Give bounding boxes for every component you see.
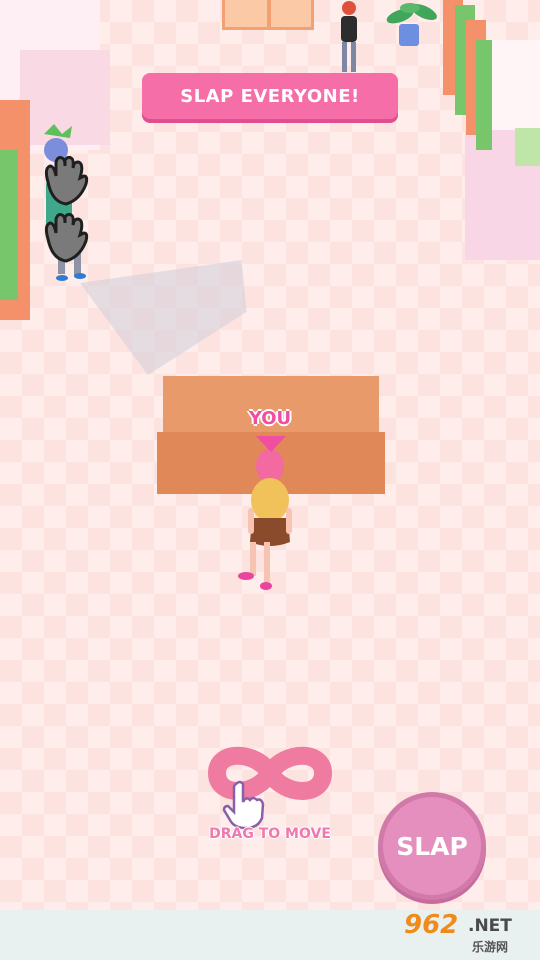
watermark-chinese: 乐游网 bbox=[472, 940, 509, 954]
player-arrow-icon bbox=[256, 436, 286, 452]
watermark-number: 962 bbox=[404, 910, 459, 940]
locker-left-green bbox=[0, 150, 18, 300]
slap-button[interactable]: SLAP bbox=[378, 792, 486, 900]
drag-hint: DRAG TO MOVE bbox=[209, 826, 331, 842]
slap-hand-icon-2 bbox=[44, 213, 89, 263]
slap-hand-icon bbox=[44, 156, 89, 206]
player-character[interactable] bbox=[236, 446, 296, 596]
watermark-domain: .NET bbox=[468, 916, 512, 936]
potted-plant-icon bbox=[386, 3, 437, 46]
right-window bbox=[515, 128, 540, 166]
back-door bbox=[222, 0, 314, 30]
player-label: YOU bbox=[248, 408, 292, 429]
pointer-hand-icon bbox=[222, 780, 265, 830]
watermark: 962 .NET 乐游网 bbox=[400, 910, 536, 956]
objective-banner: SLAP EVERYONE! bbox=[142, 73, 398, 119]
locker-right-green-2 bbox=[476, 40, 492, 150]
npc-red-hair[interactable] bbox=[336, 0, 362, 74]
